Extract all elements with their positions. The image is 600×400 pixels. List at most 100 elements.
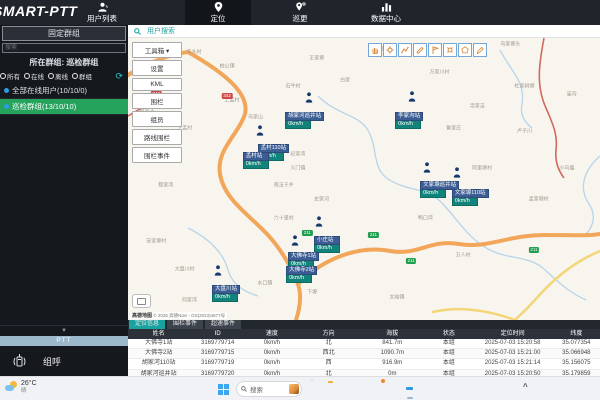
nav-tab-patrol[interactable]: 巡更 xyxy=(272,0,328,25)
filter-radio-在线[interactable]: 在线 xyxy=(24,71,44,81)
road-shield: 342 xyxy=(222,93,233,99)
marker-name: 孟村站 xyxy=(243,152,269,161)
filter-label: 在线 xyxy=(31,71,44,81)
refresh-icon[interactable]: ⟳ xyxy=(115,72,125,80)
walkie-talkie-icon xyxy=(12,353,27,370)
tool-pencil-icon[interactable] xyxy=(473,43,487,57)
table-row[interactable]: 胡家河110站31697797190km/h西916.9m本组2025-07-0… xyxy=(128,359,600,369)
table-row[interactable]: 大佛寺2站31697797150km/h西北1090.7m本组2025-07-0… xyxy=(128,349,600,359)
filter-radio-所有[interactable]: 所有 xyxy=(0,71,20,81)
column-header: 海拔 xyxy=(359,329,425,339)
marker-speed: 0km/h xyxy=(212,294,238,302)
tool-flag-icon[interactable] xyxy=(428,43,442,57)
map-marker-label[interactable]: 李家沟站0km/h xyxy=(395,112,423,129)
tool-measure-icon[interactable] xyxy=(413,43,427,57)
taskbar-search[interactable]: 搜索 xyxy=(236,381,302,397)
file-explorer-icon[interactable] xyxy=(328,383,340,395)
user-marker-icon[interactable] xyxy=(256,125,265,136)
toolbox-item[interactable]: 组员 xyxy=(132,111,182,127)
tool-pan-hand-icon[interactable] xyxy=(368,43,382,57)
map-marker-label[interactable]: 大佛寺2站0km/h xyxy=(286,266,317,283)
marker-name: 大佛寺2站 xyxy=(286,266,317,275)
user-marker-icon[interactable] xyxy=(291,235,300,246)
windows-taskbar: 26°C 晴 搜索 ^ xyxy=(0,376,600,400)
nav-tab-chart[interactable]: 数据中心 xyxy=(350,0,422,25)
ptt-app-icon[interactable] xyxy=(404,383,416,395)
table-row[interactable]: 大佛寺1站31697797140km/h北841.7m本组2025-07-03 … xyxy=(128,339,600,349)
tab-定位信息[interactable]: 定位信息 xyxy=(129,320,165,329)
map-toolbox-menu: 工具箱 ▾ 设置 KML 围栏组员路线围栏围栏事件 xyxy=(132,42,182,165)
group-list-item[interactable]: 全部在线用户(10/10/0) xyxy=(0,83,128,99)
street-view-button[interactable] xyxy=(132,294,151,308)
column-header: 状态 xyxy=(425,329,472,339)
tool-polygon-icon[interactable] xyxy=(458,43,472,57)
user-marker-icon[interactable] xyxy=(408,91,417,102)
map-roads xyxy=(128,38,600,320)
road-shield: 211 xyxy=(368,232,378,238)
tab-超速事件[interactable]: 超速事件 xyxy=(205,320,241,329)
map-marker-label[interactable]: 孟村站0km/h xyxy=(243,152,269,169)
table-cell: 本组 xyxy=(425,339,472,348)
map-place-label: 杜家树塬 xyxy=(514,82,534,89)
table-cell: 西 xyxy=(298,359,359,368)
map-user-search[interactable] xyxy=(128,25,600,38)
chart-icon xyxy=(381,2,392,12)
user-marker-icon[interactable] xyxy=(452,167,461,178)
toolbox-item[interactable]: KML xyxy=(132,78,182,91)
group-label: 全部在线用户(10/10/0) xyxy=(12,85,87,96)
tray-chevron-icon[interactable]: ^ xyxy=(523,382,528,391)
user-marker-icon[interactable] xyxy=(315,216,324,227)
table-cell: 3169779715 xyxy=(189,349,246,358)
edge-browser-icon[interactable] xyxy=(347,383,359,395)
screen: SMART-PTT 用户列表定位巡更数据中心 固定群组 所在群组: 巡检群组 所… xyxy=(0,0,600,400)
sidebar: 固定群组 所在群组: 巡检群组 所有在线离线群组⟳ 全部在线用户(10/10/0… xyxy=(0,25,128,376)
toolbox-item[interactable]: 围栏 xyxy=(132,93,182,109)
map-marker-label[interactable]: 大盘川站0km/h xyxy=(212,285,240,302)
map-place-label: 白家 xyxy=(340,77,350,84)
task-view-icon[interactable] xyxy=(309,383,321,395)
nav-tab-user[interactable]: 用户列表 xyxy=(72,0,132,25)
map-marker-label[interactable]: 小庄站0km/h xyxy=(314,236,340,253)
toolbox-item[interactable]: 围栏事件 xyxy=(132,147,182,163)
map-place-label: 程家湾 xyxy=(158,181,173,188)
group-call-label: 组呼 xyxy=(43,355,61,368)
toolbox-button[interactable]: 工具箱 ▾ xyxy=(132,42,182,58)
media-player-icon[interactable] xyxy=(385,383,397,395)
user-marker-icon[interactable] xyxy=(422,162,431,173)
user-marker-icon[interactable] xyxy=(305,92,314,103)
filter-radio-离线[interactable]: 离线 xyxy=(48,71,68,81)
map-marker-label[interactable]: 胡家河巡井站0km/h xyxy=(285,112,324,129)
toolbox-item[interactable]: 路线围栏 xyxy=(132,129,182,145)
current-group-label: 所在群组: 巡检群组 xyxy=(0,57,128,68)
filter-radio-群组[interactable]: 群组 xyxy=(72,71,92,81)
ptt-button[interactable]: PTT xyxy=(0,336,128,346)
tool-polyline-icon[interactable] xyxy=(398,43,412,57)
taskbar-weather-widget[interactable]: 26°C 晴 xyxy=(5,380,37,394)
map-canvas[interactable]: 丰头村柏公镇王家塬下塔头乌家塬头万家川村杜家树塬庙沟寺家洼鲁家庄卢子川阿里塬村小… xyxy=(128,38,600,320)
toolbox-item[interactable]: 设置 xyxy=(132,60,182,76)
location-icon xyxy=(213,2,224,12)
table-cell: 2025-07-03 15:21:00 xyxy=(473,349,553,358)
street-view-icon xyxy=(137,298,146,305)
table-cell: 35.066948 xyxy=(553,349,600,358)
start-button[interactable] xyxy=(218,384,229,395)
pan-hand-icon xyxy=(371,46,379,54)
group-call-row[interactable]: 组呼 xyxy=(0,346,128,376)
table-cell: 西北 xyxy=(298,349,359,358)
weather-temp: 26°C xyxy=(21,380,37,388)
map-place-label: 安家塬村 xyxy=(146,238,166,245)
filter-row: 所有 在线离线群组 ⟳ xyxy=(0,68,128,83)
map-search-input[interactable] xyxy=(145,27,369,36)
tool-gear2-icon[interactable] xyxy=(443,43,457,57)
nav-tab-location[interactable]: 定位 xyxy=(185,0,251,25)
tool-gear-icon[interactable] xyxy=(383,43,397,57)
weather-icon xyxy=(5,381,17,393)
tab-围栏事件[interactable]: 围栏事件 xyxy=(167,320,203,329)
collapse-arrow-icon[interactable]: ▼ xyxy=(0,325,128,336)
blue-app-icon[interactable] xyxy=(366,383,378,395)
sidebar-search-input[interactable] xyxy=(2,43,126,53)
search-icon xyxy=(134,28,141,35)
map-marker-label[interactable]: 文家塬110站0km/h xyxy=(452,189,489,206)
user-marker-icon[interactable] xyxy=(214,265,223,276)
group-list-item[interactable]: 巡检群组(13/10/10) xyxy=(0,99,128,115)
